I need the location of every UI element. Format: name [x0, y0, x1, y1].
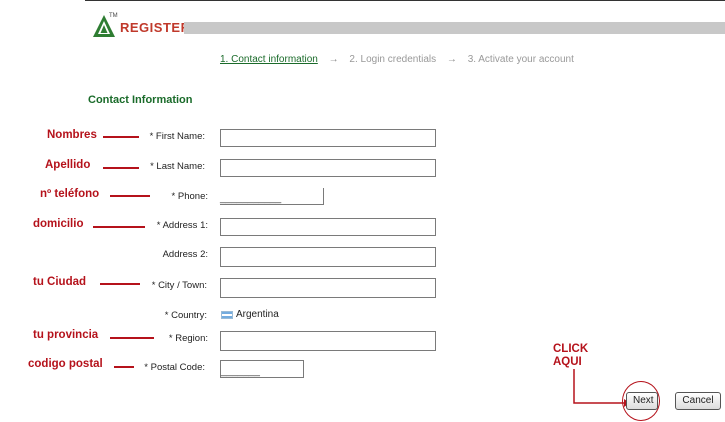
country-value[interactable]: Argentina [236, 309, 279, 320]
last-name-field[interactable] [220, 159, 436, 177]
phone-mask: ___________ [220, 193, 282, 204]
annotation-ciudad: tu Ciudad [33, 276, 87, 288]
step-login-credentials: 2. Login credentials [349, 54, 437, 65]
address2-field[interactable] [220, 247, 436, 267]
region-field[interactable] [220, 331, 436, 351]
postal-mask: _______ [221, 366, 260, 377]
region-label: * Region: [168, 333, 208, 344]
phone-label: * Phone: [171, 191, 208, 202]
cancel-button[interactable]: Cancel [675, 392, 721, 410]
postal-code-label: * Postal Code: [144, 362, 205, 373]
argentina-flag-icon [221, 311, 233, 319]
trademark-mark: TM [109, 13, 118, 19]
annotation-click: CLICK [553, 343, 589, 355]
first-name-field[interactable] [220, 129, 436, 147]
annotation-domicilio: domicilio [33, 218, 84, 230]
postal-code-field[interactable]: _______ [220, 360, 304, 378]
last-name-label: * Last Name: [150, 161, 205, 172]
annotation-codigo-postal: codigo postal [28, 358, 103, 370]
country-label: * Country: [164, 310, 207, 321]
annotation-apellido: Apellido [45, 159, 91, 171]
annotation-provincia: tu provincia [33, 329, 99, 341]
city-field[interactable] [220, 278, 436, 298]
step-progress: 1. Contact information → 2. Login creden… [220, 54, 574, 65]
annotation-nombres: Nombres [47, 129, 97, 141]
address1-label: * Address 1: [156, 220, 208, 231]
step-contact-information[interactable]: 1. Contact information [220, 54, 318, 65]
annotation-telefono: nº teléfono [40, 188, 100, 200]
address2-label: Address 2: [162, 249, 208, 260]
phone-field[interactable]: ___________ [220, 188, 324, 205]
arrow-icon: → [328, 54, 339, 65]
address1-field[interactable] [220, 218, 436, 236]
top-divider [85, 0, 725, 1]
arrow-icon: → [446, 54, 457, 65]
first-name-label: * First Name: [149, 131, 205, 142]
step-activate-account: 3. Activate your account [467, 54, 574, 65]
next-button[interactable]: Next [626, 392, 658, 410]
page-title: REGISTER [120, 20, 191, 35]
section-title: Contact Information [88, 94, 193, 106]
annotation-arrow-icon [573, 369, 630, 407]
city-label: * City / Town: [151, 280, 207, 291]
title-bar [184, 22, 725, 34]
